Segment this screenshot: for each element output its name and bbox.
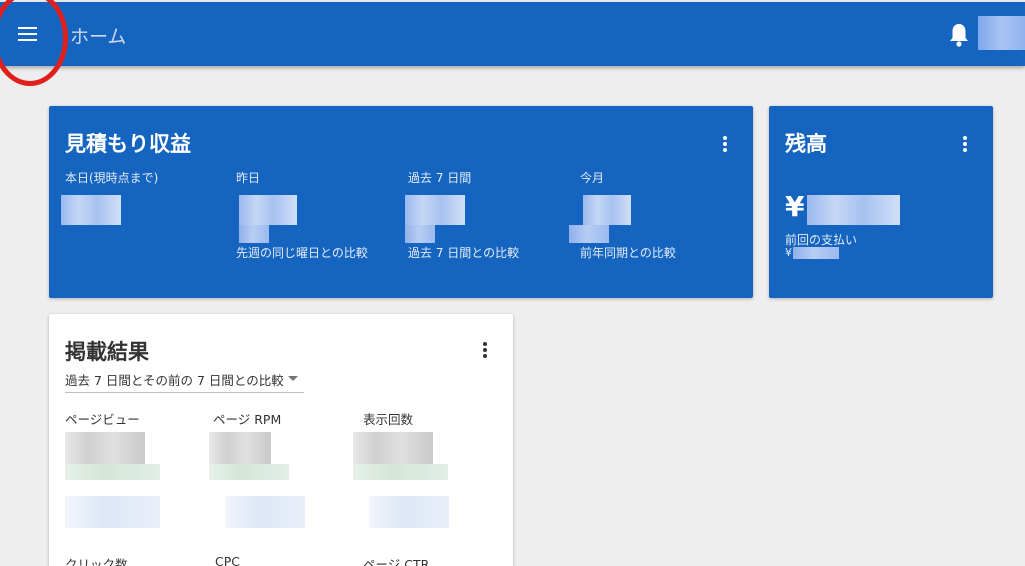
performance-card: 掲載結果 過去 7 日間とその前の 7 日間との比較 ページビュー ページ RP…	[49, 314, 513, 566]
metric-value-impressions	[353, 432, 433, 464]
card-title: 掲載結果	[65, 340, 149, 364]
metric-value-page-rpm	[209, 432, 271, 464]
metric-label-page-ctr: ページ CTR	[363, 557, 430, 566]
earnings-change-7days	[405, 225, 435, 243]
bell-icon[interactable]	[948, 22, 970, 48]
more-vert-icon[interactable]	[955, 132, 975, 156]
earnings-label-yesterday: 昨日	[236, 171, 261, 185]
avatar[interactable]	[978, 16, 1025, 50]
period-dropdown-value: 過去 7 日間とその前の 7 日間との比較	[65, 373, 284, 388]
last-payment-currency: ¥	[785, 246, 792, 259]
balance-card: 残高 ¥ 前回の支払い ¥	[769, 106, 993, 298]
metric-change-pageviews	[65, 464, 160, 480]
more-vert-icon[interactable]	[475, 338, 495, 362]
earnings-label-7days: 過去 7 日間	[408, 171, 472, 185]
more-vert-icon[interactable]	[715, 132, 735, 156]
metric-sparkline-page-rpm	[225, 496, 305, 528]
earnings-value-month	[583, 195, 631, 225]
balance-currency-symbol: ¥	[785, 190, 805, 223]
metric-label-clicks: クリック数	[65, 557, 128, 566]
app-bar: ホーム	[0, 0, 1025, 86]
metric-label-pageviews: ページビュー	[65, 412, 140, 427]
page-title: ホーム	[70, 26, 127, 48]
balance-value	[807, 195, 900, 225]
metric-label-impressions: 表示回数	[363, 412, 414, 427]
earnings-value-7days	[405, 195, 465, 225]
earnings-value-yesterday	[239, 195, 297, 225]
earnings-label-today: 本日(現時点まで)	[65, 171, 159, 185]
earnings-change-month	[569, 225, 609, 243]
chevron-down-icon	[288, 376, 298, 381]
earnings-comparison-yesterday: 先週の同じ曜日との比較	[236, 246, 368, 260]
card-title: 見積もり収益	[65, 132, 191, 156]
card-title: 残高	[785, 132, 827, 156]
dropdown-underline	[65, 392, 304, 393]
metric-label-page-rpm: ページ RPM	[213, 412, 282, 427]
earnings-value-today	[61, 195, 121, 225]
metric-change-page-rpm	[209, 464, 289, 480]
metric-sparkline-pageviews	[65, 496, 160, 528]
metric-change-impressions	[353, 464, 448, 480]
metric-sparkline-impressions	[369, 496, 449, 528]
earnings-comparison-7days: 過去 7 日間との比較	[408, 246, 520, 260]
estimated-earnings-card: 見積もり収益 本日(現時点まで) 昨日 先週の同じ曜日との比較 過去 7 日間 …	[49, 106, 753, 298]
metric-value-pageviews	[65, 432, 145, 464]
metric-label-cpc: CPC	[215, 554, 240, 566]
earnings-comparison-month: 前年同期との比較	[580, 246, 676, 260]
earnings-change-yesterday	[239, 225, 269, 243]
last-payment-value	[793, 247, 839, 259]
last-payment-label: 前回の支払い	[785, 233, 858, 247]
menu-icon[interactable]	[8, 14, 48, 54]
earnings-label-month: 今月	[580, 171, 605, 185]
